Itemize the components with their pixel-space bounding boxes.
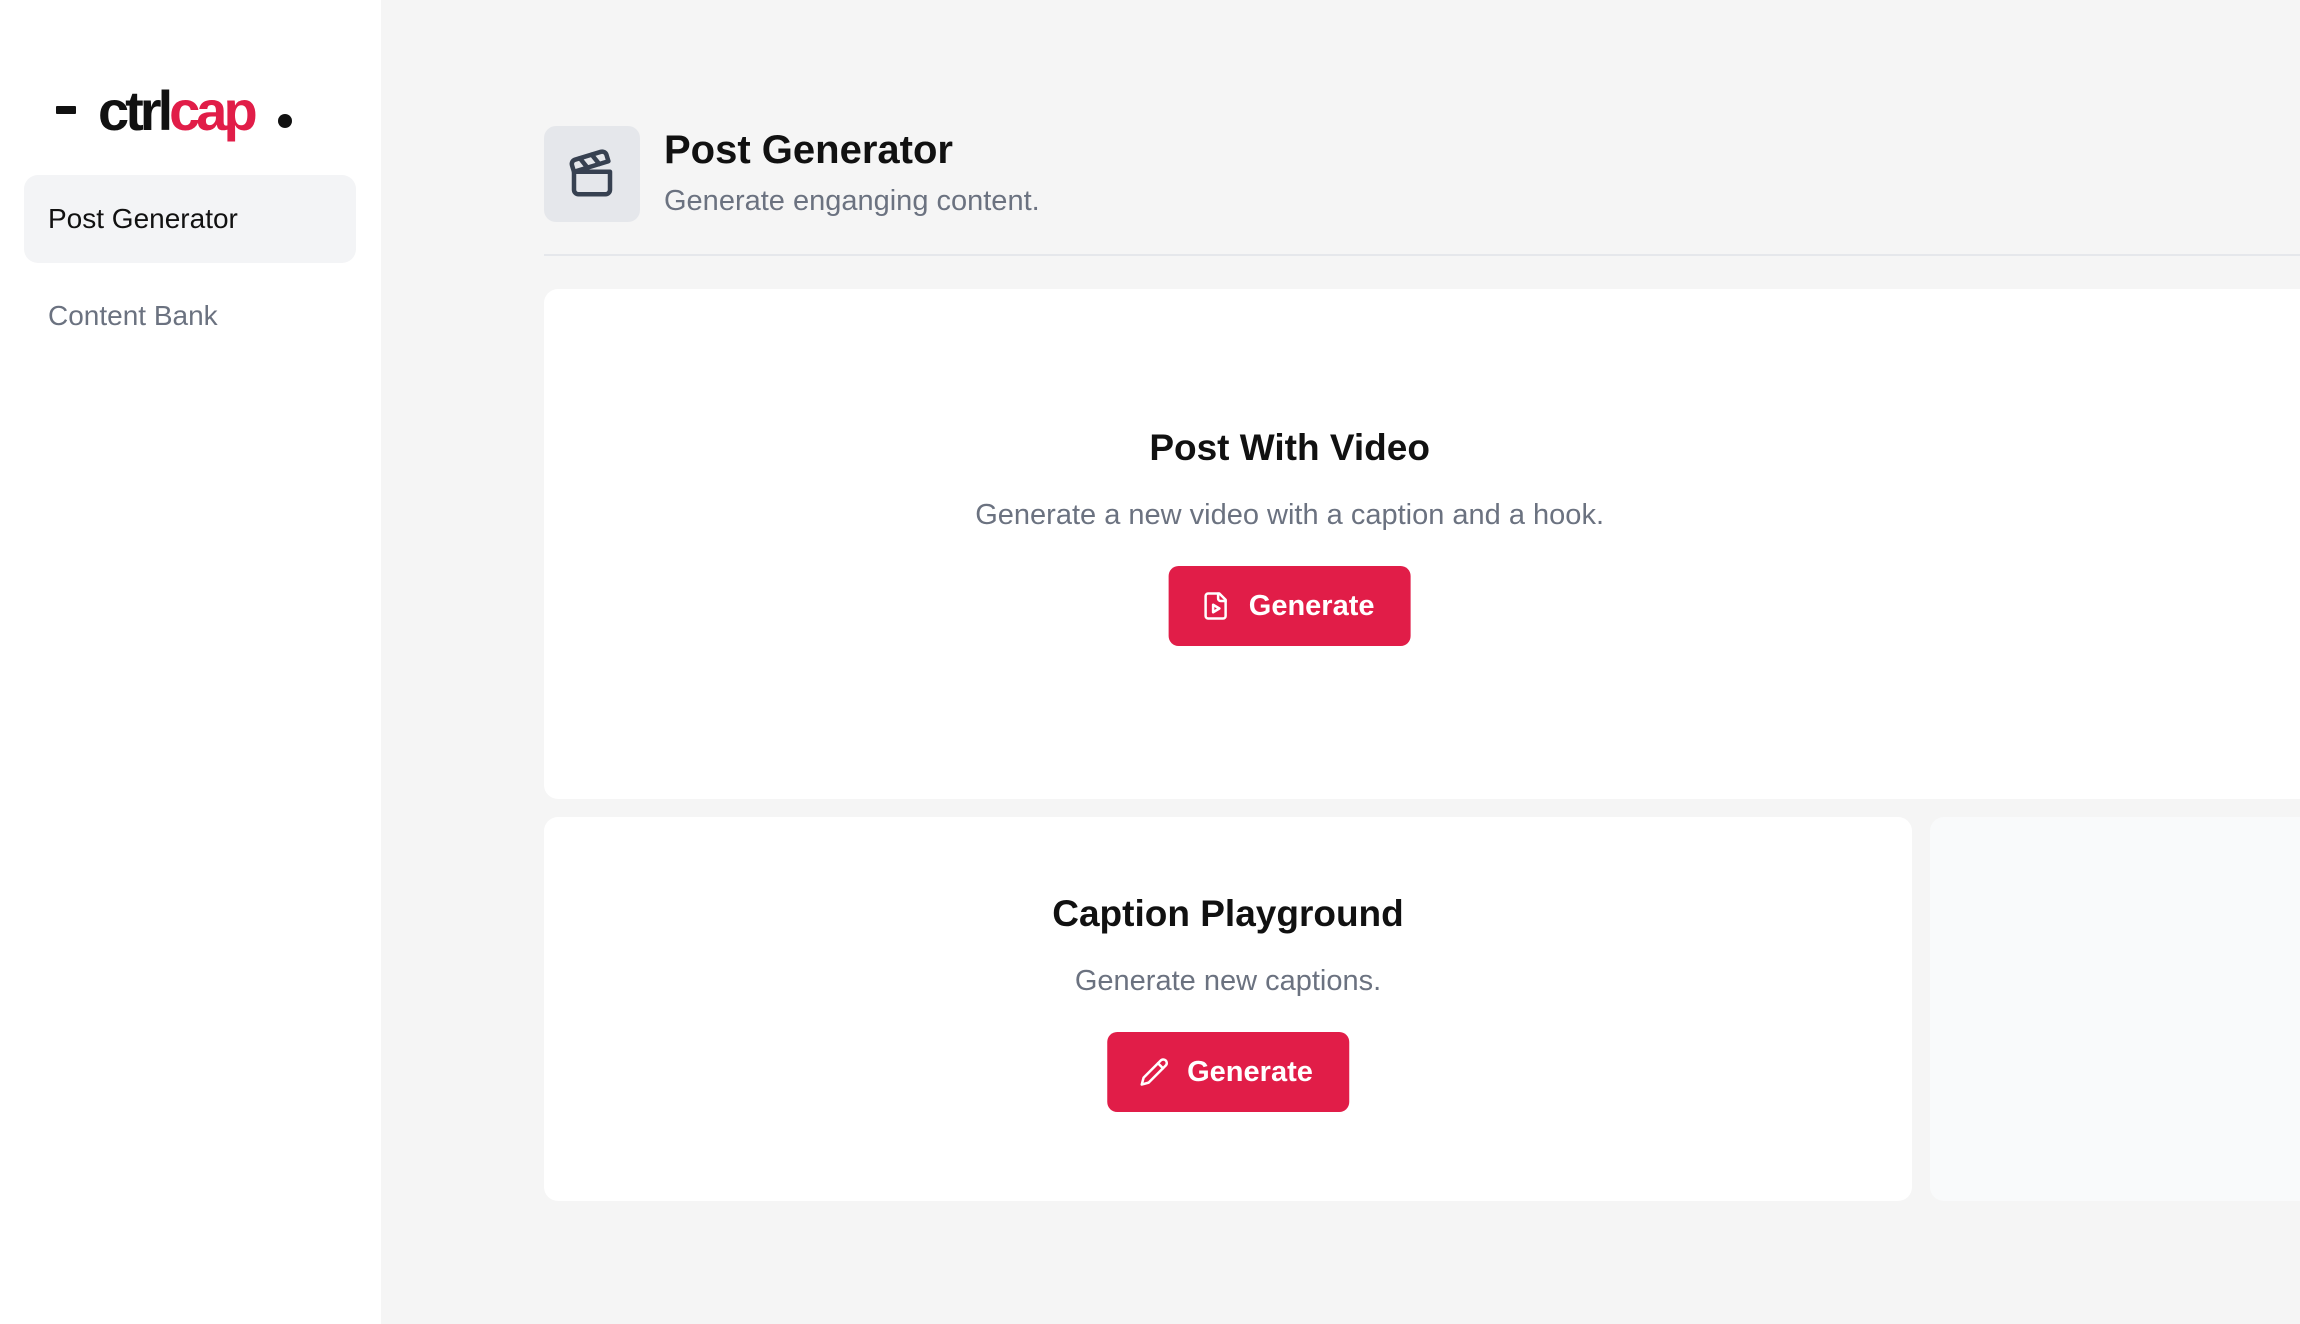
logo-text-cap: cap — [169, 78, 257, 142]
card-description: Generate new captions. — [1074, 965, 1382, 997]
clapperboard-icon — [544, 126, 640, 222]
card-description: Generate a new video with a caption and … — [975, 499, 1605, 531]
file-video-icon — [1201, 591, 1231, 621]
button-label: Generate — [1248, 589, 1375, 622]
sidebar-item-content-bank[interactable]: Content Bank — [24, 272, 356, 360]
generate-caption-button[interactable]: Generate — [1107, 1032, 1349, 1112]
sidebar: ctrl cap Post Generator Content Bank — [0, 0, 381, 1324]
page-subtitle: Generate enganging content. — [664, 185, 1040, 217]
post-with-video-card: Post With Video Generate a new video wit… — [544, 289, 2300, 799]
sidebar-item-label: Post Generator — [48, 203, 238, 234]
logo-text-ctrl: ctrl — [98, 78, 173, 142]
sidebar-item-label: Content Bank — [48, 300, 218, 331]
app-root: ctrl cap Post Generator Content Bank Pos… — [0, 0, 2300, 1324]
sidebar-item-post-generator[interactable]: Post Generator — [24, 175, 356, 263]
card-title: Post With Video — [1149, 427, 1430, 468]
pencil-icon — [1139, 1057, 1169, 1087]
card-title: Caption Playground — [1052, 893, 1404, 934]
app-logo[interactable]: ctrl cap — [56, 78, 292, 142]
caption-playground-card: Caption Playground Generate new captions… — [544, 817, 1912, 1201]
button-label: Generate — [1187, 1055, 1313, 1088]
placeholder-card — [1930, 817, 2300, 1201]
page-title: Post Generator — [664, 128, 953, 172]
logo-dot — [277, 114, 292, 128]
logo-dash — [56, 106, 76, 114]
header-divider — [544, 254, 2300, 256]
generate-video-button[interactable]: Generate — [1168, 566, 1411, 646]
